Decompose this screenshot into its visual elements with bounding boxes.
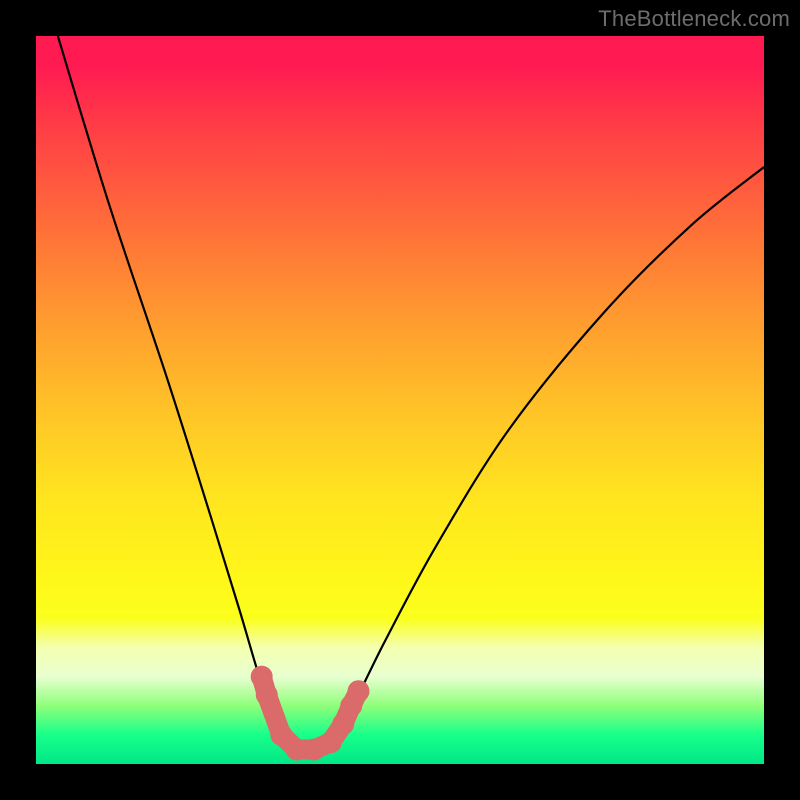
plot-area [36, 36, 764, 764]
bottleneck-curve [58, 36, 764, 752]
highlight-dot [348, 680, 370, 702]
watermark-text: TheBottleneck.com [598, 6, 790, 32]
highlight-dot [320, 731, 342, 753]
highlight-dot [256, 684, 278, 706]
curve-layer [36, 36, 764, 764]
chart-frame: TheBottleneck.com [0, 0, 800, 800]
